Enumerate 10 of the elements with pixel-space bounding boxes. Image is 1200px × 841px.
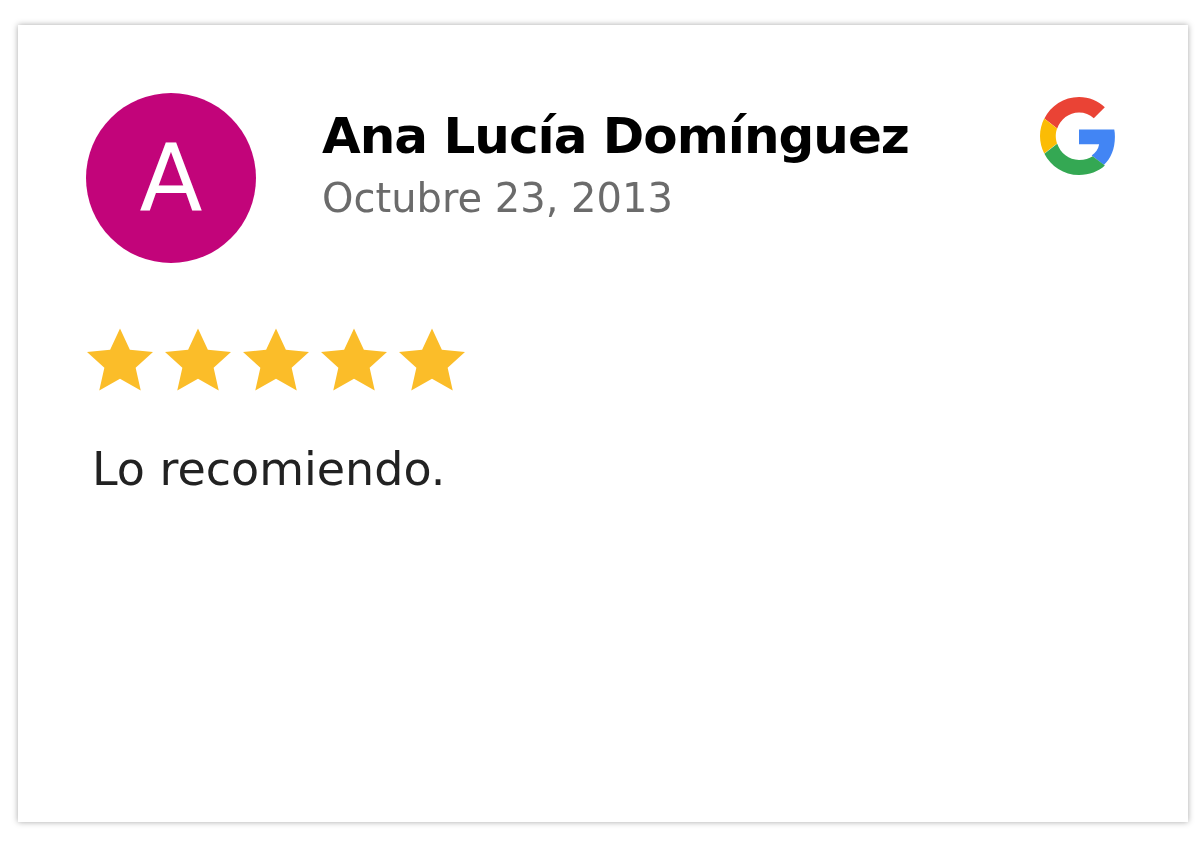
star-icon [86,328,154,392]
review-date: Octubre 23, 2013 [322,175,674,221]
star-icon [320,328,388,392]
star-icon [242,328,310,392]
avatar: A [86,93,256,263]
star-icon [398,328,466,392]
google-logo-icon [1040,97,1118,175]
reviewer-name: Ana Lucía Domínguez [322,107,910,165]
review-text: Lo recomiendo. [91,442,447,496]
star-icon [164,328,232,392]
